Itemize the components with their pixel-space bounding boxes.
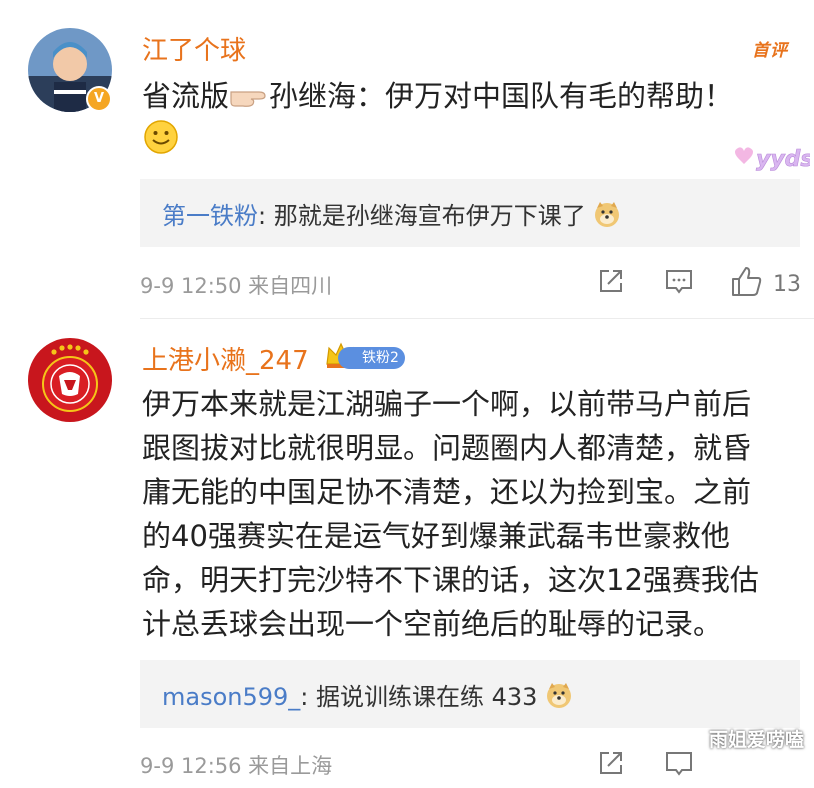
user-avatar[interactable] <box>28 338 112 422</box>
comment-actions: 13 <box>590 266 810 306</box>
yyds-sticker: yyds <box>730 138 814 178</box>
verified-icon: V <box>86 86 112 112</box>
comment-text: 省流版 孙继海：伊万对中国队有毛的帮助！ <box>142 74 782 120</box>
comment-text: 伊万本来就是江湖骗子一个啊，以前带马户前后 跟图拔对比就很明显。问题圈内人都清楚… <box>142 382 802 646</box>
share-icon[interactable] <box>596 266 626 300</box>
comment-item: V 江了个球 首评 省流版 孙继海：伊万对中国队有毛的帮助！ yyds 第一铁粉:… <box>0 0 814 310</box>
comment-line: 命，明天打完沙特不下课的话，这次12强赛我估 <box>142 563 759 597</box>
comment-timestamp: 9-9 12:56 来自上海 <box>140 754 333 778</box>
doge-emoji-icon <box>545 681 573 715</box>
username[interactable]: 江了个球 <box>142 30 246 67</box>
pointing-hand-icon <box>229 76 269 120</box>
reply-username[interactable]: 第一铁粉 <box>162 202 258 230</box>
username[interactable]: 上港小濑_247 <box>142 340 309 377</box>
doge-emoji-icon <box>593 200 621 234</box>
reply-preview[interactable]: mason599_: 据说训练课在练 433 <box>140 660 800 728</box>
reply-username[interactable]: mason599_ <box>162 683 300 711</box>
comment-line: 庸无能的中国足协不清楚，还以为捡到宝。之前 <box>142 475 752 509</box>
smile-emoji-icon <box>143 119 179 159</box>
share-icon[interactable] <box>596 748 626 782</box>
like-count: 13 <box>773 272 801 297</box>
comment-line: 的40强赛实在是运气好到爆兼武磊韦世豪救他 <box>142 519 730 553</box>
comment-actions <box>590 748 810 788</box>
comment-timestamp: 9-9 12:50 来自四川 <box>140 274 333 298</box>
comment-line: 伊万本来就是江湖骗子一个啊，以前带马户前后 <box>142 387 752 421</box>
watermark: 雨姐爱唠嗑 <box>708 729 804 751</box>
reply-text: mason599_: 据说训练课在练 433 <box>162 677 573 715</box>
like-icon[interactable] <box>730 266 764 302</box>
comment-icon[interactable] <box>664 748 694 782</box>
reply-text: 第一铁粉: 那就是孙继海宣布伊万下课了 <box>162 196 621 234</box>
comment-item: 上港小濑_247 铁粉2 伊万本来就是江湖骗子一个啊，以前带马户前后 跟图拔对比… <box>0 318 814 778</box>
svg-text:yyds: yyds <box>756 147 810 172</box>
comment-line: 跟图拔对比就很明显。问题圈内人都清楚，就昏 <box>142 431 752 465</box>
comment-line: 计总丢球会出现一个空前绝后的耻辱的记录。 <box>142 607 723 641</box>
comment-icon[interactable] <box>664 266 694 300</box>
reply-preview[interactable]: 第一铁粉: 那就是孙继海宣布伊万下课了 <box>140 179 800 247</box>
first-comment-badge: 首评 <box>752 41 788 61</box>
fan-level-badge: 铁粉2 <box>338 347 405 369</box>
